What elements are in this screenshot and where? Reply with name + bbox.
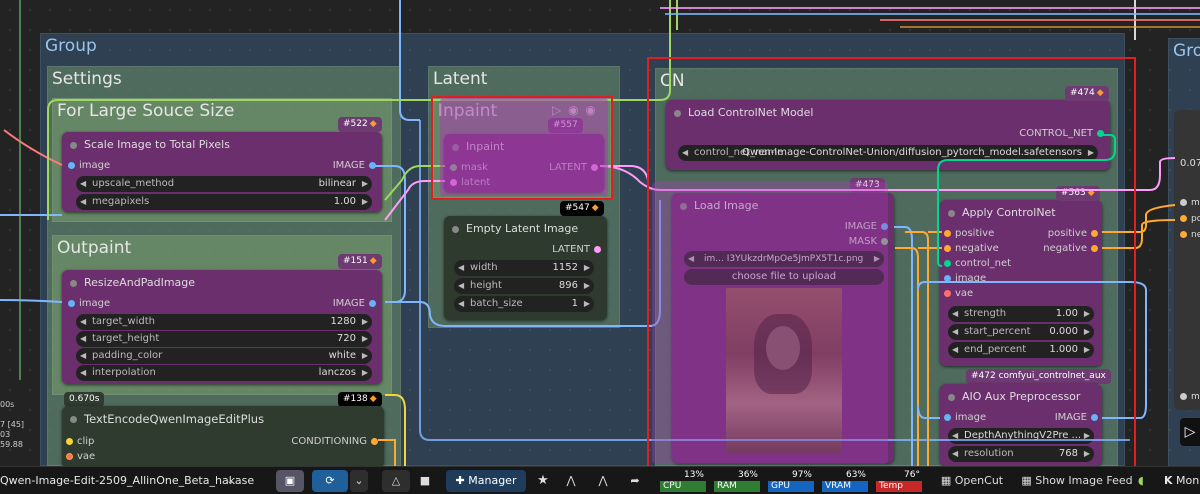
toggle-icon[interactable]: ◖ (1138, 470, 1144, 492)
star-icon[interactable]: ★ (532, 470, 554, 492)
cpu-meter: 13% CPU (660, 470, 706, 492)
image-icon: ▦ (940, 474, 955, 487)
crystools-button[interactable]: △ (382, 470, 410, 492)
image-icon: ▦ (1021, 474, 1036, 487)
gpu-meter: 97% GPU (768, 470, 814, 492)
logo-button[interactable]: ▣ (276, 470, 304, 492)
ram-meter: 36% RAM (714, 470, 760, 492)
lasso-icon[interactable]: ⋀ (592, 470, 614, 492)
vram-meter: 63% VRAM (822, 470, 868, 492)
temp-meter: 76° Temp (876, 470, 922, 492)
queue-button[interactable]: ⟳ (312, 470, 348, 492)
workflow-name[interactable]: Qwen-Image-Edit-2509_AllinOne_Beta_hakas… (0, 470, 254, 492)
image-feed-button[interactable]: ▦ Show Image Feed (1018, 470, 1136, 492)
monitor-button[interactable]: K Moni (1164, 470, 1200, 492)
share-icon[interactable]: ➦ (624, 470, 646, 492)
bottom-toolbar: Qwen-Image-Edit-2509_AllinOne_Beta_hakas… (0, 466, 1200, 494)
puzzle-icon: ✚ (455, 474, 469, 487)
manager-button[interactable]: ✚ Manager (446, 470, 526, 492)
wire-layer (0, 0, 1200, 466)
opencut-button[interactable]: ▦ OpenCut (932, 470, 1012, 492)
bookmark-icon[interactable]: ■ (414, 470, 436, 492)
node-graph-canvas[interactable]: Group Settings For Large Souce Size Outp… (0, 0, 1200, 494)
lasso-icon[interactable]: ⋀ (560, 470, 582, 492)
queue-dropdown-button[interactable]: ⌄ (350, 470, 368, 492)
chevron-down-icon[interactable]: ⌄ (226, 470, 235, 492)
